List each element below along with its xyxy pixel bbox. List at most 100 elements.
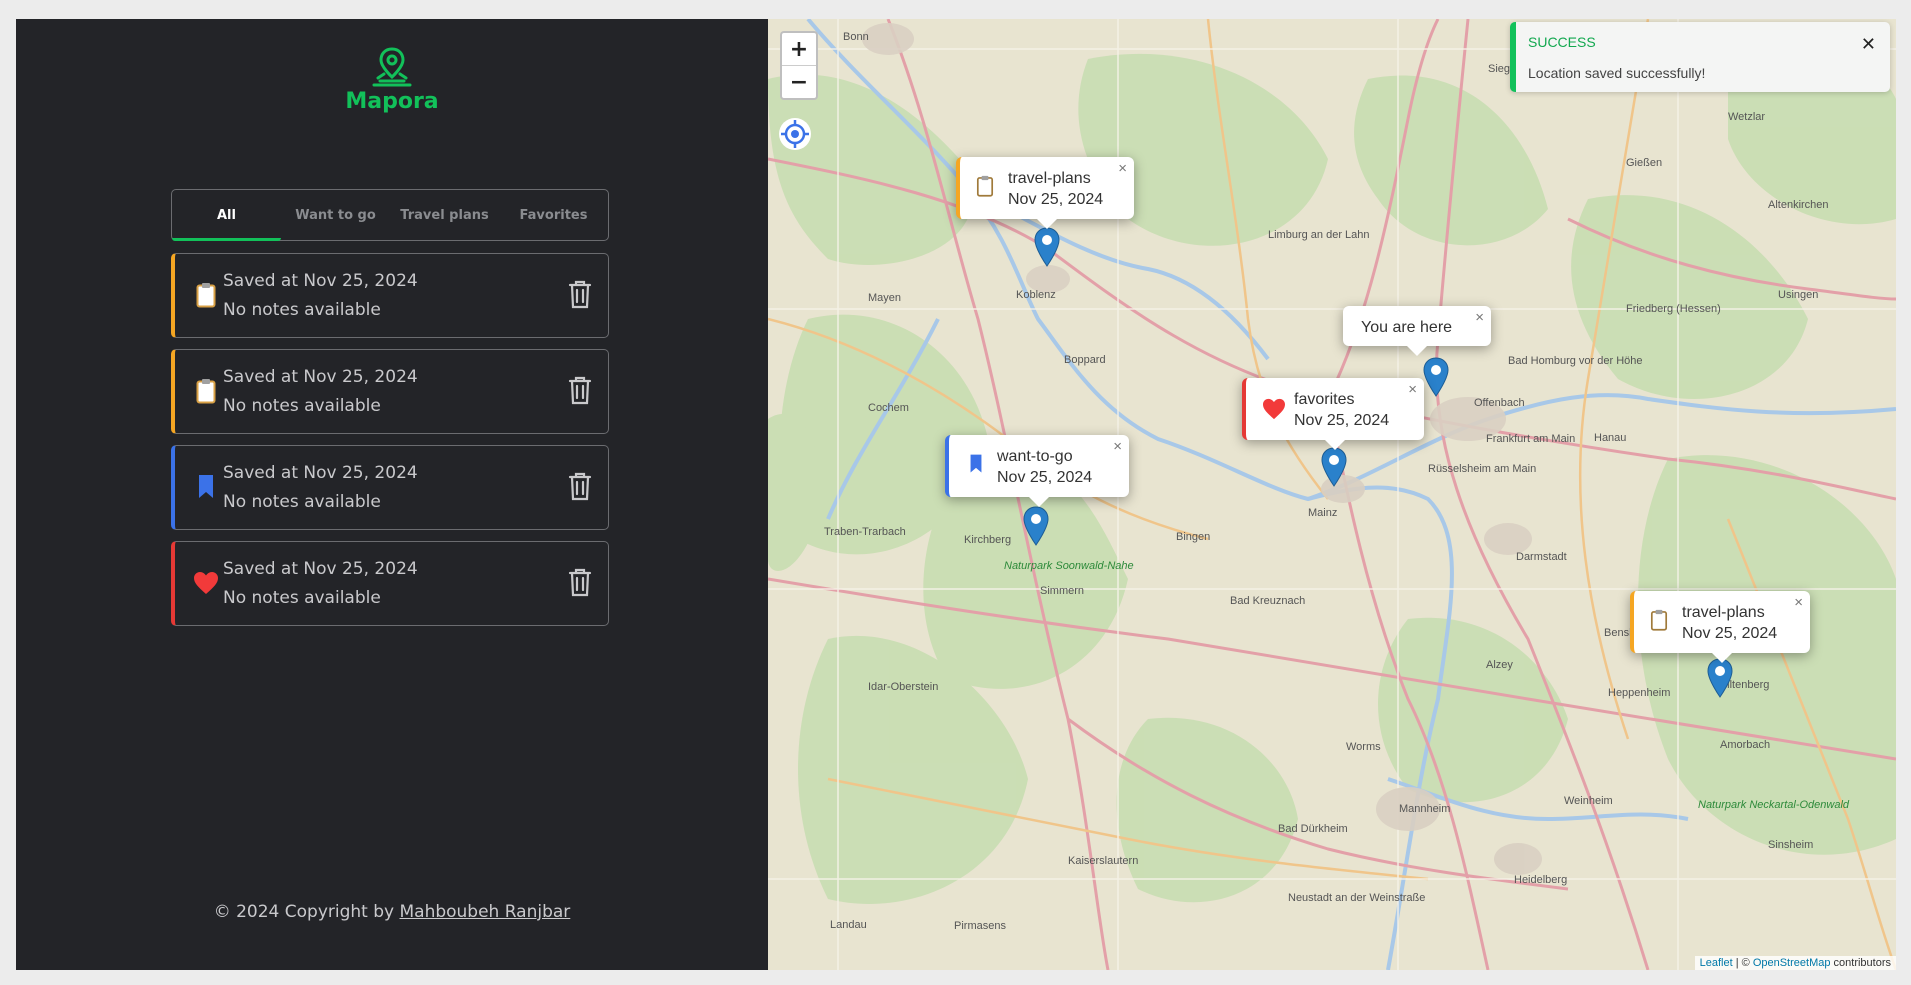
place-label: Limburg an der Lahn — [1268, 229, 1370, 241]
popup-close-button[interactable]: × — [1794, 594, 1803, 611]
place-label: Pirmasens — [954, 920, 1006, 932]
clipboard-icon — [1650, 609, 1668, 636]
popup-close-button[interactable]: × — [1118, 160, 1127, 177]
place-label: Traben-Trarbach — [824, 526, 906, 538]
saved-date: Saved at Nov 25, 2024 — [223, 463, 418, 483]
place-label: Kaiserslautern — [1068, 855, 1139, 867]
list-item[interactable]: Saved at Nov 25, 2024 No notes available — [171, 541, 609, 626]
place-label: Gießen — [1626, 157, 1663, 169]
zoom-out-button[interactable]: − — [782, 66, 816, 98]
copyright-text: © 2024 Copyright by — [213, 902, 400, 922]
trash-icon[interactable] — [568, 279, 592, 309]
tab-all[interactable]: All — [172, 190, 281, 241]
place-label: Simmern — [1040, 585, 1085, 597]
place-label: Darmstadt — [1516, 551, 1567, 563]
place-label: Neustadt an der Weinstraße — [1288, 892, 1426, 904]
place-label: Sinsheim — [1768, 839, 1814, 851]
osm-link[interactable]: OpenStreetMap — [1753, 957, 1831, 969]
close-icon[interactable]: ✕ — [1861, 34, 1876, 55]
popup-title: want-to-go — [997, 448, 1073, 465]
author-link[interactable]: Mahboubeh Ranjbar — [399, 902, 570, 922]
place-label: Naturpark Neckartal-Odenwald — [1698, 799, 1850, 811]
trash-icon[interactable] — [568, 375, 592, 405]
place-label: Rüsselsheim am Main — [1428, 463, 1537, 475]
zoom-control: + − — [780, 31, 818, 100]
place-label: Worms — [1346, 741, 1381, 753]
locate-me-icon[interactable] — [778, 117, 812, 155]
place-label: Cochem — [868, 402, 909, 414]
map-attribution: Leaflet | © OpenStreetMap contributors — [1694, 956, 1896, 970]
popup-date: Nov 25, 2024 — [1682, 625, 1778, 642]
heart-icon — [1262, 398, 1286, 425]
tab-favorites[interactable]: Favorites — [499, 190, 608, 240]
popup-close-button[interactable]: × — [1475, 309, 1484, 326]
place-label: Bonn — [843, 31, 869, 43]
notes-text: No notes available — [223, 492, 381, 512]
popup-title: travel-plans — [1008, 170, 1091, 187]
map-marker[interactable] — [1023, 506, 1049, 546]
place-label: Bad Homburg vor der Höhe — [1508, 355, 1643, 367]
bookmark-icon — [193, 472, 219, 502]
place-label: Mannheim — [1399, 803, 1451, 815]
place-label: Wetzlar — [1728, 111, 1766, 123]
place-label: Boppard — [1064, 354, 1106, 366]
clipboard-icon — [193, 280, 219, 310]
popup-date: Nov 25, 2024 — [1294, 412, 1390, 429]
map-marker[interactable] — [1707, 658, 1733, 698]
place-label: Heidelberg — [1514, 874, 1568, 886]
popup-title: You are here — [1361, 319, 1453, 336]
popup-close-button[interactable]: × — [1408, 381, 1417, 398]
place-label: Hanau — [1594, 432, 1627, 444]
map-marker[interactable] — [1423, 357, 1449, 397]
place-label: Usingen — [1778, 289, 1819, 301]
place-label: Amorbach — [1720, 739, 1771, 751]
trash-icon[interactable] — [568, 567, 592, 597]
list-item[interactable]: Saved at Nov 25, 2024 No notes available — [171, 253, 609, 338]
toast-title: SUCCESS — [1528, 34, 1596, 50]
popup-close-button[interactable]: × — [1113, 438, 1122, 455]
place-label: Koblenz — [1016, 289, 1056, 301]
popup-date: Nov 25, 2024 — [997, 469, 1093, 486]
place-label: Bad Dürkheim — [1278, 823, 1348, 835]
list-item[interactable]: Saved at Nov 25, 2024 No notes available — [171, 445, 609, 530]
map-marker[interactable] — [1034, 227, 1060, 267]
map[interactable]: BonnKoblenzWiesbadenMainzFrankfurt am Ma… — [768, 19, 1896, 970]
place-label: Bingen — [1176, 531, 1211, 543]
list-item[interactable]: Saved at Nov 25, 2024 No notes available — [171, 349, 609, 434]
place-label: Frankfurt am Main — [1486, 433, 1576, 445]
place-label: Alzey — [1486, 659, 1513, 671]
trash-icon[interactable] — [568, 471, 592, 501]
tab-travel-plans[interactable]: Travel plans — [390, 190, 499, 240]
marker-popup: You are here × — [1343, 306, 1491, 356]
place-label: Heppenheim — [1608, 687, 1671, 699]
toast-message: Location saved successfully! — [1528, 65, 1706, 81]
popup-title: travel-plans — [1682, 604, 1765, 621]
footer: © 2024 Copyright by Mahboubeh Ranjbar — [16, 902, 768, 922]
place-label: Idar-Oberstein — [868, 681, 939, 693]
marker-popup: travel-plans Nov 25, 2024 × — [1630, 591, 1810, 663]
notes-text: No notes available — [223, 300, 381, 320]
popup-title: favorites — [1294, 391, 1355, 408]
saved-date: Saved at Nov 25, 2024 — [223, 271, 418, 291]
place-label: Mainz — [1308, 507, 1338, 519]
place-label: Weinheim — [1564, 795, 1613, 807]
saved-date: Saved at Nov 25, 2024 — [223, 367, 418, 387]
heart-icon — [193, 568, 219, 598]
notes-text: No notes available — [223, 588, 381, 608]
leaflet-link[interactable]: Leaflet — [1700, 957, 1733, 969]
place-label: Naturpark Soonwald-Nahe — [1004, 560, 1134, 572]
saved-locations-list: Saved at Nov 25, 2024 No notes available… — [171, 253, 609, 637]
sidebar: Mapora All Want to go Travel plans Favor… — [16, 19, 768, 970]
place-label: Offenbach — [1474, 397, 1525, 409]
map-marker[interactable] — [1321, 447, 1347, 487]
place-label: Altenkirchen — [1768, 199, 1829, 211]
bookmark-icon — [969, 453, 983, 480]
filter-tabs: All Want to go Travel plans Favorites — [171, 189, 609, 241]
zoom-in-button[interactable]: + — [782, 33, 816, 66]
place-label: Bad Kreuznach — [1230, 595, 1306, 607]
popup-date: Nov 25, 2024 — [1008, 191, 1104, 208]
marker-popup: travel-plans Nov 25, 2024 × — [956, 157, 1134, 229]
tab-want-to-go[interactable]: Want to go — [281, 190, 390, 240]
place-label: Friedberg (Hessen) — [1626, 303, 1721, 315]
marker-popup: want-to-go Nov 25, 2024 × — [945, 435, 1129, 507]
